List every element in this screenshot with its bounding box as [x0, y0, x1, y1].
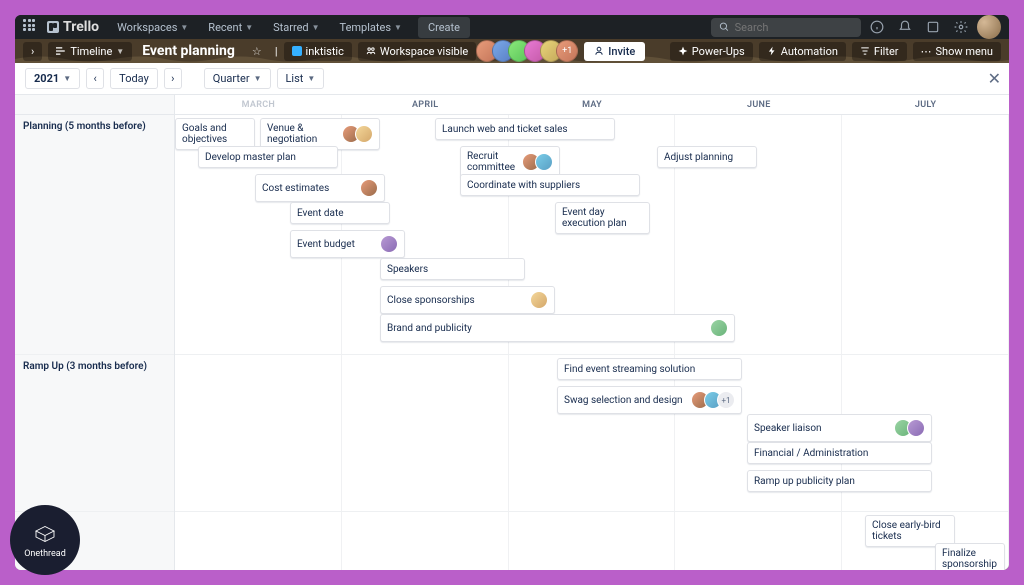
timeline-card[interactable]: Adjust planning	[657, 146, 757, 168]
user-avatar[interactable]	[977, 15, 1001, 39]
filter-icon	[860, 46, 870, 56]
person-add-icon	[594, 46, 604, 56]
star-icon[interactable]: ☆	[245, 39, 269, 63]
timeline-card[interactable]: Event date	[290, 202, 390, 224]
invite-button[interactable]: Invite	[584, 42, 645, 61]
timeline-card[interactable]: Brand and publicity	[380, 314, 735, 342]
onethread-badge: Onethread	[10, 505, 80, 575]
close-icon[interactable]: ✕	[988, 69, 1001, 88]
year-picker[interactable]: 2021▼	[25, 68, 80, 89]
settings-icon[interactable]	[949, 15, 973, 39]
bolt-icon	[767, 46, 777, 56]
search-input[interactable]	[711, 18, 861, 37]
timeline-card[interactable]: Find event streaming solution	[557, 358, 742, 380]
month-header: JUNE	[675, 95, 842, 114]
onethread-logo-icon	[33, 522, 57, 546]
timeline-card[interactable]: Financial / Administration	[747, 442, 932, 464]
lane-label: Planning (5 months before)	[15, 115, 174, 355]
nav-workspaces[interactable]: Workspaces▼	[109, 17, 196, 38]
next-button[interactable]: ›	[164, 68, 182, 89]
timeline-card[interactable]: Develop master plan	[198, 146, 338, 168]
theme-icon[interactable]	[921, 15, 945, 39]
automation-button[interactable]: Automation	[759, 42, 846, 61]
info-icon[interactable]	[865, 15, 889, 39]
today-button[interactable]: Today	[110, 68, 158, 89]
scale-picker[interactable]: Quarter▼	[204, 68, 271, 89]
expand-sidebar-button[interactable]: ›	[23, 42, 42, 61]
timeline-sidebar: Planning (5 months before)Ramp Up (3 mon…	[15, 95, 175, 570]
workspace-button[interactable]: inktistic	[284, 42, 352, 61]
filter-button[interactable]: Filter	[852, 42, 907, 61]
timeline-card[interactable]: Finalize sponsorship	[935, 543, 1005, 570]
board-title[interactable]: Event planning	[138, 43, 239, 59]
month-header: JULY	[842, 95, 1009, 114]
nav-recent[interactable]: Recent▼	[200, 17, 261, 38]
timeline-icon	[56, 46, 66, 56]
people-icon	[366, 46, 376, 56]
show-menu-button[interactable]: ⋯ Show menu	[913, 42, 1001, 61]
nav-starred[interactable]: Starred▼	[265, 17, 327, 38]
board-members[interactable]: +1	[482, 40, 578, 62]
timeline-card[interactable]: Speaker liaison	[747, 414, 932, 442]
view-switcher[interactable]: Timeline▼	[48, 42, 132, 61]
month-header: APRIL	[342, 95, 509, 114]
timeline-card[interactable]: Event day execution plan	[555, 202, 650, 234]
search-icon	[719, 21, 730, 33]
apps-switcher-icon[interactable]	[23, 19, 39, 35]
timeline-card[interactable]: Speakers	[380, 258, 525, 280]
timeline-card[interactable]: Event budget	[290, 230, 405, 258]
month-header: MAY	[509, 95, 676, 114]
view-picker[interactable]: List▼	[277, 68, 325, 89]
timeline-card[interactable]: Ramp up publicity plan	[747, 470, 932, 492]
timeline-card[interactable]: Swag selection and design+1	[557, 386, 742, 414]
workspace-icon	[292, 46, 302, 56]
notifications-icon[interactable]	[893, 15, 917, 39]
timeline-card[interactable]: Launch web and ticket sales	[435, 118, 615, 140]
timeline-card[interactable]: Cost estimates	[255, 174, 385, 202]
rocket-icon	[678, 46, 688, 56]
prev-button[interactable]: ‹	[86, 68, 104, 89]
lane-label: Ramp Up (3 months before)	[15, 355, 174, 512]
trello-logo[interactable]: Trello	[47, 19, 99, 35]
timeline-card[interactable]: Coordinate with suppliers	[460, 174, 640, 196]
nav-templates[interactable]: Templates▼	[332, 17, 410, 38]
create-button[interactable]: Create	[418, 17, 470, 38]
powerups-button[interactable]: Power-Ups	[670, 42, 753, 61]
month-header: MARCH	[175, 95, 342, 114]
timeline-card[interactable]: Close sponsorships	[380, 286, 555, 314]
visibility-button[interactable]: Workspace visible	[358, 42, 476, 61]
